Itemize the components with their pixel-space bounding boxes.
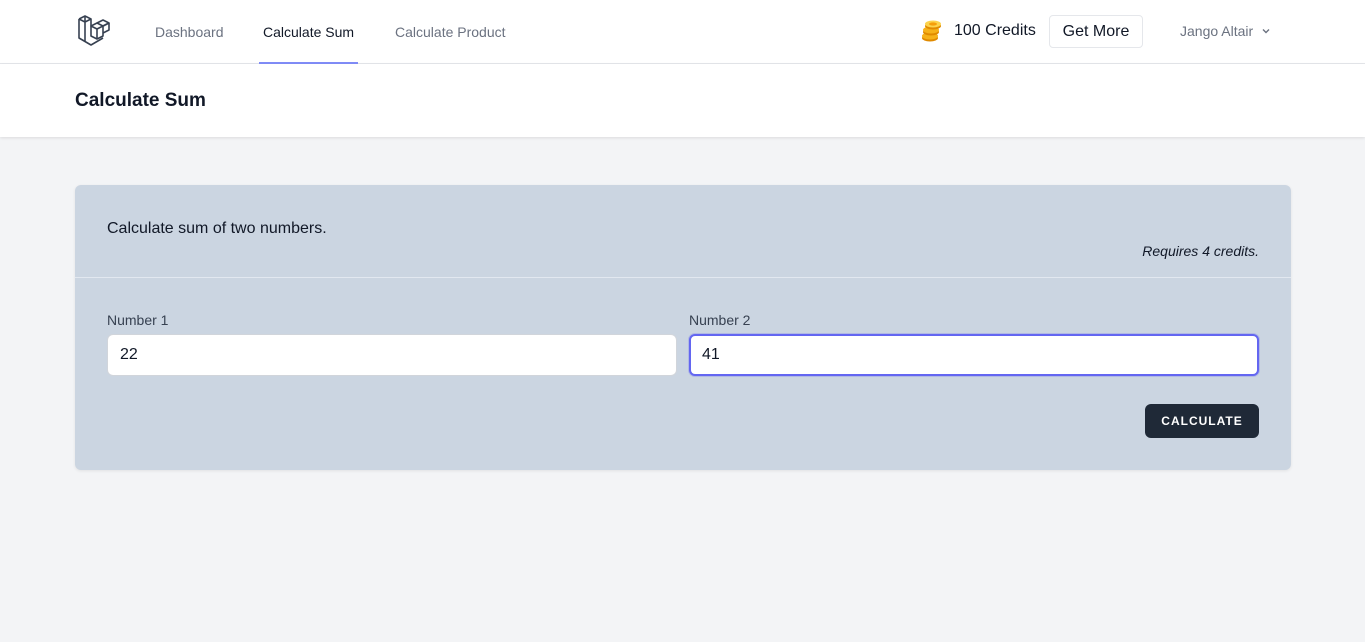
laravel-logo-icon[interactable]	[77, 14, 111, 48]
coins-icon	[922, 20, 941, 42]
number-2-label: Number 2	[689, 312, 751, 328]
calculate-card: Calculate sum of two numbers. Requires 4…	[75, 185, 1291, 470]
user-menu-trigger[interactable]: Jango Altair	[1180, 21, 1271, 41]
calculate-button[interactable]: CALCULATE	[1145, 404, 1259, 438]
chevron-down-icon	[1262, 29, 1270, 34]
nav-link-dashboard[interactable]: Dashboard	[155, 0, 224, 64]
nav-link-calculate-sum[interactable]: Calculate Sum	[258, 0, 359, 64]
credits-count: 100 Credits	[954, 22, 1036, 39]
divider	[75, 277, 1291, 278]
credits-requirement: Requires 4 credits.	[1142, 243, 1259, 259]
number-2-input[interactable]	[689, 334, 1259, 376]
user-name: Jango Altair	[1180, 23, 1254, 39]
page-title: Calculate Sum	[75, 90, 206, 111]
get-more-button[interactable]: Get More	[1049, 15, 1143, 48]
nav-link-calculate-product[interactable]: Calculate Product	[395, 0, 506, 64]
card-description: Calculate sum of two numbers.	[107, 220, 327, 237]
top-navigation: Dashboard Calculate Sum Calculate Produc…	[0, 0, 1365, 64]
number-1-label: Number 1	[107, 312, 169, 328]
number-1-input[interactable]	[107, 334, 677, 376]
page-header: Calculate Sum	[0, 64, 1365, 137]
